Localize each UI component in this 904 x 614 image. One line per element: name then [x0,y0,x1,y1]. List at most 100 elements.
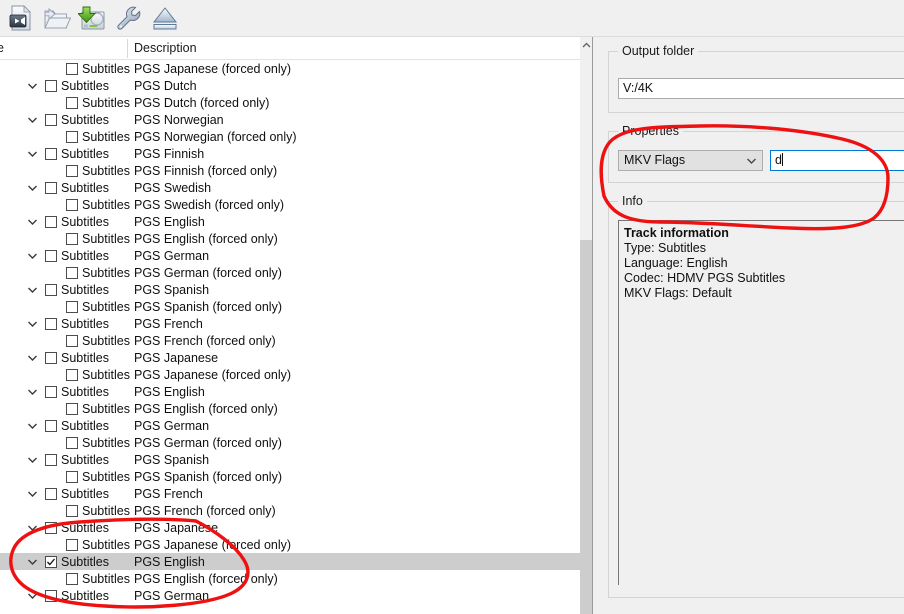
row-description: PGS Finnish [134,146,205,161]
table-row[interactable]: Subtitles PGS Finnish (forced only) [0,162,580,179]
row-checkbox[interactable] [66,198,78,211]
table-row[interactable]: Subtitles PGS English [0,383,580,400]
eject-button[interactable] [147,1,183,35]
table-row[interactable]: Subtitles PGS English (forced only) [0,400,580,417]
row-checkbox[interactable] [66,96,78,109]
open-disc-button[interactable] [3,1,39,35]
row-checkbox[interactable] [66,402,78,415]
chevron-down-icon[interactable] [25,145,39,162]
table-row[interactable]: Subtitles PGS French (forced only) [0,502,580,519]
table-row[interactable]: Subtitles PGS Japanese [0,519,580,536]
scrollbar-thumb[interactable] [580,240,592,614]
row-checkbox[interactable] [45,317,57,330]
chevron-down-icon[interactable] [25,485,39,502]
table-row[interactable]: Subtitles PGS Spanish [0,451,580,468]
output-folder-input[interactable]: V:/4K [618,78,904,99]
chevron-down-icon[interactable] [25,349,39,366]
table-row[interactable]: Subtitles PGS French [0,485,580,502]
row-checkbox[interactable] [45,521,57,534]
table-row[interactable]: Subtitles PGS German (forced only) [0,264,580,281]
row-checkbox[interactable] [66,368,78,381]
scroll-up-button[interactable] [580,37,592,53]
chevron-down-icon[interactable] [25,281,39,298]
column-divider[interactable] [127,39,128,58]
row-checkbox[interactable] [66,62,78,75]
properties-select[interactable]: MKV Flags [618,150,763,171]
row-checkbox[interactable] [45,113,57,126]
chevron-down-icon[interactable] [25,247,39,264]
backup-button[interactable] [75,1,111,35]
row-checkbox[interactable] [66,470,78,483]
row-description: PGS German (forced only) [134,435,282,450]
row-checkbox[interactable] [66,572,78,585]
table-row[interactable]: Subtitles PGS Japanese [0,349,580,366]
row-checkbox[interactable] [66,436,78,449]
row-checkbox[interactable] [45,453,57,466]
table-row[interactable]: Subtitles PGS Swedish (forced only) [0,196,580,213]
tree-scrollbar[interactable] [580,37,592,614]
table-row[interactable]: Subtitles PGS German (forced only) [0,434,580,451]
row-checkbox[interactable] [66,164,78,177]
row-checkbox[interactable] [45,487,57,500]
row-checkbox[interactable] [66,232,78,245]
chevron-down-icon[interactable] [25,111,39,128]
table-row[interactable]: Subtitles PGS German [0,247,580,264]
row-checkbox[interactable] [66,334,78,347]
table-row[interactable]: Subtitles PGS Norwegian [0,111,580,128]
row-checkbox[interactable] [45,351,57,364]
table-row[interactable]: Subtitles PGS Swedish [0,179,580,196]
chevron-down-icon[interactable] [25,451,39,468]
row-checkbox[interactable] [45,419,57,432]
row-checkbox[interactable] [45,283,57,296]
table-row[interactable]: Subtitles PGS Japanese (forced only) [0,536,580,553]
row-checkbox[interactable] [45,555,57,568]
row-checkbox[interactable] [66,504,78,517]
track-information-box: Track information Type: Subtitles Langua… [618,220,904,585]
row-checkbox[interactable] [45,147,57,160]
chevron-down-icon[interactable] [25,179,39,196]
row-checkbox[interactable] [66,538,78,551]
tree-body[interactable]: Subtitles PGS Japanese (forced only) Subti… [0,60,580,614]
row-description: PGS Swedish (forced only) [134,197,285,212]
table-row[interactable]: Subtitles PGS Japanese (forced only) [0,366,580,383]
row-checkbox[interactable] [45,249,57,262]
chevron-down-icon[interactable] [25,315,39,332]
table-row[interactable]: Subtitles PGS Japanese (forced only) [0,60,580,77]
table-row[interactable]: Subtitles PGS English (forced only) [0,230,580,247]
properties-value-input[interactable]: d [770,150,904,171]
table-row[interactable]: Subtitles PGS English [0,213,580,230]
settings-button[interactable] [111,1,147,35]
table-row[interactable]: Subtitles PGS English [0,553,580,570]
table-row[interactable]: Subtitles PGS French (forced only) [0,332,580,349]
chevron-down-icon[interactable] [25,213,39,230]
chevron-down-icon[interactable] [25,587,39,604]
row-description: PGS French (forced only) [134,333,276,348]
table-row[interactable]: Subtitles PGS Norwegian (forced only) [0,128,580,145]
row-checkbox[interactable] [45,589,57,602]
row-checkbox[interactable] [45,385,57,398]
table-row[interactable]: Subtitles PGS German [0,417,580,434]
row-checkbox[interactable] [66,266,78,279]
table-row[interactable]: Subtitles PGS French [0,315,580,332]
table-row[interactable]: Subtitles PGS Spanish [0,281,580,298]
table-row[interactable]: Subtitles PGS Spanish (forced only) [0,468,580,485]
chevron-down-icon[interactable] [25,383,39,400]
chevron-down-icon[interactable] [25,519,39,536]
table-row[interactable]: Subtitles PGS Dutch [0,77,580,94]
column-header-description[interactable]: Description [134,37,574,59]
chevron-down-icon[interactable] [25,553,39,570]
row-checkbox[interactable] [45,215,57,228]
row-checkbox[interactable] [45,181,57,194]
chevron-down-icon[interactable] [25,77,39,94]
chevron-down-icon[interactable] [25,417,39,434]
table-row[interactable]: Subtitles PGS Finnish [0,145,580,162]
open-files-button[interactable] [39,1,75,35]
row-checkbox[interactable] [45,79,57,92]
table-row[interactable]: Subtitles PGS Spanish (forced only) [0,298,580,315]
row-checkbox[interactable] [66,300,78,313]
row-checkbox[interactable] [66,130,78,143]
column-header-type[interactable]: pe [0,37,120,59]
table-row[interactable]: Subtitles PGS Dutch (forced only) [0,94,580,111]
table-row[interactable]: Subtitles PGS English (forced only) [0,570,580,587]
table-row[interactable]: Subtitles PGS German [0,587,580,604]
